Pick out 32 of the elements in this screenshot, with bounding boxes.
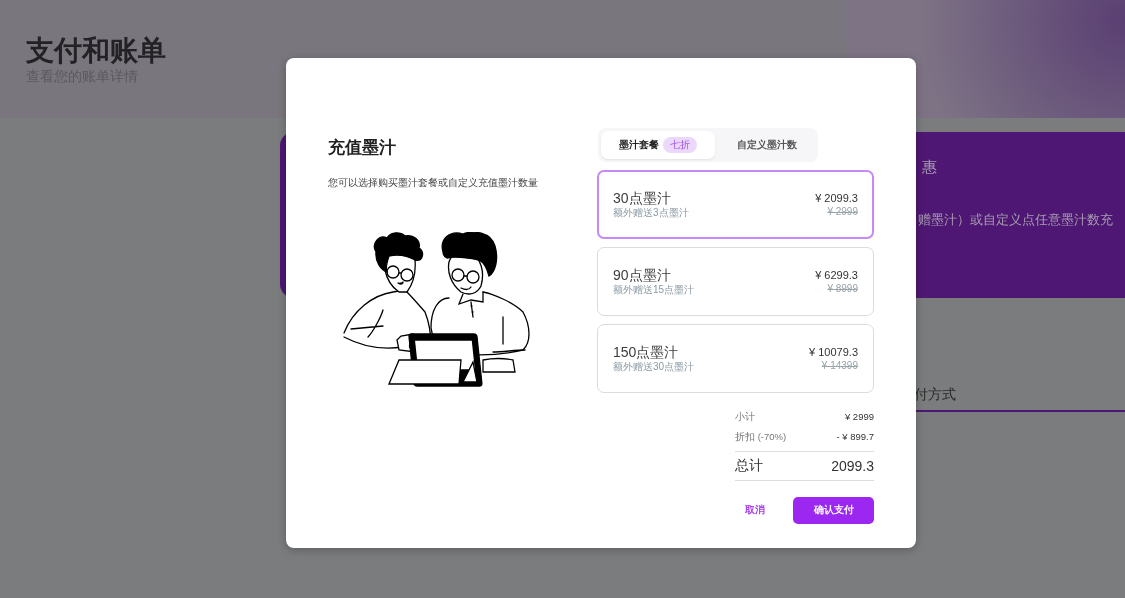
banner-heading: 惠 [922, 158, 938, 177]
page-title: 支付和账单 [26, 34, 167, 68]
package-tab[interactable]: 自定义墨汁数 [717, 131, 818, 159]
package-tab[interactable]: 墨汁套餐 七折 [601, 131, 716, 159]
total-label: 总计 [735, 457, 764, 475]
original-price: ¥ 14399 [820, 360, 858, 372]
package-name: 90点墨汁 [613, 267, 672, 284]
dialog-description: 您可以选择购买墨汁套餐或自定义充值墨汁数量 [328, 177, 539, 190]
package-name: 30点墨汁 [613, 190, 672, 207]
package-card[interactable]: 90点墨汁 额外赠送15点墨汁 ¥ 6299.3 ¥ 8999 [597, 247, 874, 316]
package-price: ¥ 10079.3 [809, 345, 858, 360]
confirm-payment-button[interactable]: 确认支付 [793, 497, 874, 524]
discount-badge: 七折 [663, 137, 698, 153]
original-price: ¥ 2999 [826, 206, 858, 218]
package-card[interactable]: 30点墨汁 额外赠送3点墨汁 ¥ 2099.3 ¥ 2999 [597, 170, 874, 239]
dialog-title: 充值墨汁 [328, 138, 397, 158]
subtotal-label: 小计 [735, 410, 756, 424]
total-value: 2099.3 [831, 458, 874, 474]
package-price: ¥ 2099.3 [815, 191, 858, 206]
cancel-button[interactable]: 取消 [745, 500, 765, 521]
subtotal-value: ¥ 2999 [844, 410, 874, 424]
original-price: ¥ 8999 [826, 283, 858, 295]
package-card[interactable]: 150点墨汁 额外赠送30点墨汁 ¥ 10079.3 ¥ 14399 [597, 324, 874, 393]
package-bonus: 额外赠送15点墨汁 [613, 284, 695, 296]
discount-label: 折扣 (-70%) [735, 430, 787, 444]
package-name: 150点墨汁 [613, 344, 680, 361]
package-price: ¥ 6299.3 [815, 268, 858, 283]
package-bonus: 额外赠送30点墨汁 [613, 361, 695, 373]
package-bonus: 额外赠送3点墨汁 [613, 207, 689, 219]
payment-method-tab[interactable]: 付方式 [914, 386, 956, 402]
banner-text: 赠墨汁）或自定义点任意墨汁数充 [918, 211, 1114, 229]
discount-value: - ¥ 899.7 [836, 430, 874, 444]
